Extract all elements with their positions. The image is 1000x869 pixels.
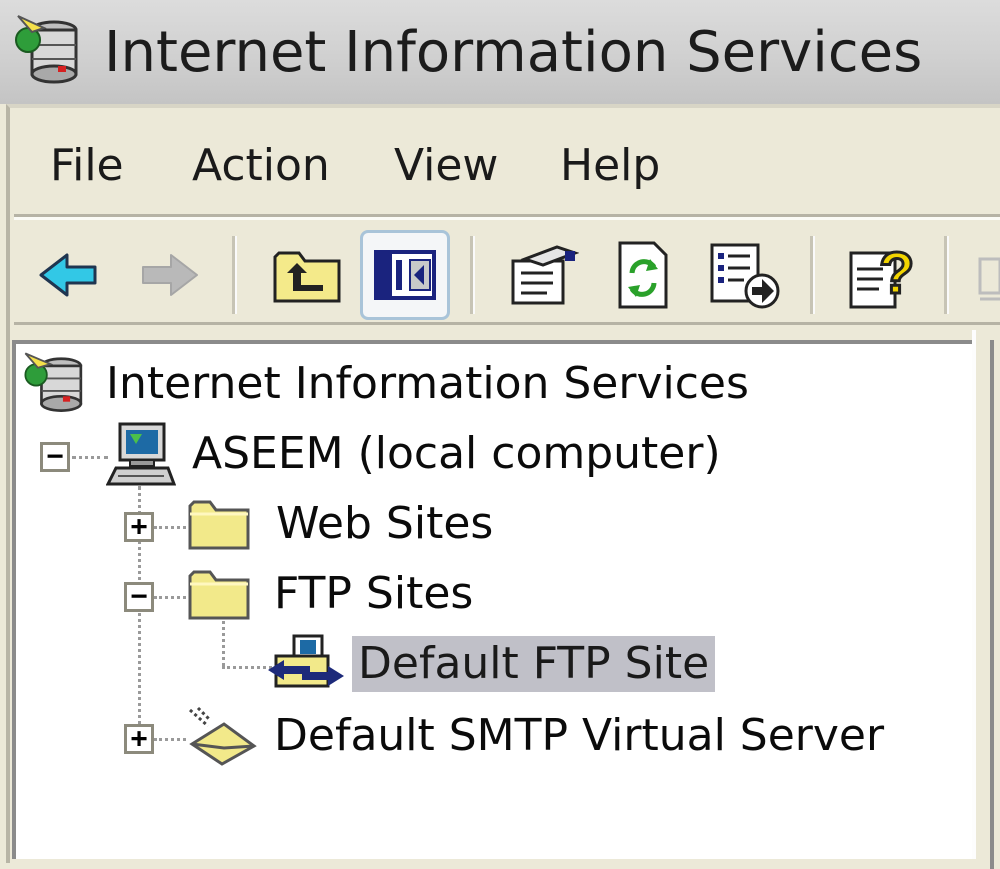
tree-connector [154, 738, 186, 741]
back-button[interactable] [24, 230, 114, 320]
toolbar-separator [470, 236, 475, 314]
iis-server-icon [24, 352, 83, 412]
toolbar-separator [944, 236, 949, 314]
up-one-level-button[interactable] [262, 230, 352, 320]
help-icon: ? [849, 240, 916, 309]
tree-node-ftp-sites[interactable]: FTP Sites [268, 566, 479, 622]
ftp-site-icon [268, 634, 344, 688]
menu-file[interactable]: File [50, 140, 124, 191]
tree-node-iis-root[interactable]: Internet Information Services [100, 356, 755, 412]
computer-icon [106, 422, 176, 486]
toolbar-separator [810, 236, 815, 314]
menu-action[interactable]: Action [192, 140, 330, 191]
collapse-toggle[interactable]: − [40, 442, 70, 472]
collapse-toggle[interactable]: − [124, 582, 154, 612]
menu-separator-highlight [14, 217, 1000, 220]
svg-text:?: ? [879, 241, 914, 306]
show-hide-console-tree-button[interactable] [360, 230, 450, 320]
toolbar-separator [232, 236, 237, 314]
toolbar-overflow-button[interactable] [970, 230, 1000, 320]
export-list-button[interactable] [700, 230, 790, 320]
tree-node-smtp-server[interactable]: Default SMTP Virtual Server [268, 708, 890, 764]
tree-node-default-ftp-site[interactable]: Default FTP Site [352, 636, 716, 692]
console-tree[interactable] [12, 340, 972, 859]
up-folder-icon [273, 251, 341, 303]
toolbar-separator-bottom [14, 322, 1000, 325]
menu-bar [10, 110, 1000, 216]
show-hide-console-tree-icon [374, 250, 436, 300]
refresh-button[interactable] [598, 230, 688, 320]
folder-icon [188, 570, 250, 620]
tree-connector [154, 596, 186, 599]
refresh-icon [618, 241, 668, 309]
expand-toggle[interactable]: + [124, 724, 154, 754]
tree-connector [222, 666, 272, 669]
tree-connector [154, 526, 186, 529]
export-list-icon [710, 243, 780, 309]
forward-button[interactable] [124, 230, 214, 320]
properties-button[interactable] [496, 230, 586, 320]
menu-help[interactable]: Help [560, 140, 660, 191]
tree-node-computer[interactable]: ASEEM (local computer) [186, 426, 727, 482]
tree-connector [72, 456, 108, 459]
help-button[interactable]: ? [836, 230, 926, 320]
window-title: Internet Information Services [104, 20, 923, 85]
properties-icon [511, 245, 579, 305]
title-bar[interactable]: Internet Information Services [0, 0, 1000, 104]
folder-icon [188, 500, 250, 550]
back-arrow-icon [39, 253, 97, 297]
expand-toggle[interactable]: + [124, 512, 154, 542]
tree-node-web-sites[interactable]: Web Sites [270, 496, 499, 552]
smtp-server-icon [189, 706, 257, 766]
forward-arrow-icon [142, 254, 198, 296]
iis-server-icon [15, 15, 78, 84]
disabled-tool-icon [978, 257, 1000, 301]
results-pane-edge [972, 330, 1000, 869]
menu-view[interactable]: View [394, 140, 498, 191]
